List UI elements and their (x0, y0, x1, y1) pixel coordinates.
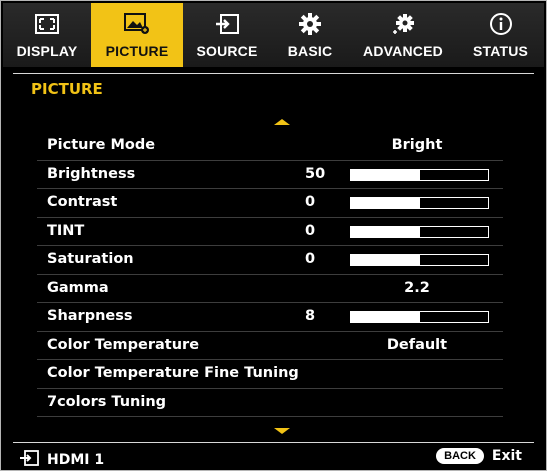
row-gamma[interactable]: Gamma 2.2 (37, 275, 503, 303)
row-label: Gamma (47, 279, 109, 296)
source-label: HDMI 1 (47, 452, 105, 468)
tab-status[interactable]: STATUS (457, 3, 544, 67)
exit-hint[interactable]: BACK Exit (436, 448, 522, 464)
row-contrast[interactable]: Contrast 0 (37, 189, 503, 218)
scroll-up-arrow-icon[interactable] (274, 119, 290, 125)
tab-basic[interactable]: BASIC (271, 3, 349, 67)
scroll-down-arrow-icon[interactable] (274, 428, 290, 434)
osd-menu: DISPLAY PICTURE SOURCE BASIC ADVANCED ST… (0, 0, 547, 471)
row-label: Picture Mode (47, 137, 156, 153)
slider-fill (351, 226, 420, 237)
source-input-icon (19, 450, 39, 470)
row-label: Brightness (47, 165, 136, 182)
row-value: Default (386, 336, 448, 353)
saturation-slider[interactable] (350, 254, 489, 266)
tab-bar: DISPLAY PICTURE SOURCE BASIC ADVANCED ST… (3, 3, 544, 67)
row-label: Color Temperature (47, 336, 200, 353)
sharpness-slider[interactable] (350, 311, 489, 323)
exit-label: Exit (491, 448, 522, 464)
row-sharpness[interactable]: Sharpness 8 (37, 303, 503, 332)
tab-label: BASIC (287, 43, 333, 59)
tab-advanced[interactable]: ADVANCED (349, 3, 457, 67)
divider (13, 442, 534, 443)
row-value: 0 (305, 222, 316, 239)
tab-label: PICTURE (105, 43, 169, 59)
tab-label: ADVANCED (363, 43, 443, 59)
row-saturation[interactable]: Saturation 0 (37, 246, 503, 275)
row-label: Sharpness (47, 308, 133, 324)
settings-list: Picture Mode Bright Brightness 50 Contra… (37, 132, 503, 417)
row-value: 8 (305, 308, 316, 324)
row-brightness[interactable]: Brightness 50 (37, 161, 503, 189)
row-value: 0 (305, 251, 316, 267)
row-tint[interactable]: TINT 0 (37, 218, 503, 246)
row-label: TINT (47, 222, 85, 239)
tab-display[interactable]: DISPLAY (3, 3, 91, 67)
tab-picture[interactable]: PICTURE (91, 3, 183, 67)
row-label: Saturation (47, 251, 134, 267)
tab-label: SOURCE (196, 43, 258, 59)
row-label: 7colors Tuning (47, 393, 167, 410)
row-value: Bright (391, 137, 443, 153)
current-source: HDMI 1 (19, 450, 104, 470)
advanced-gear-icon (390, 11, 416, 37)
tab-source[interactable]: SOURCE (183, 3, 271, 67)
slider-fill (351, 255, 420, 265)
row-label: Contrast (47, 194, 118, 210)
tint-slider[interactable] (350, 225, 489, 238)
row-color-temperature-fine-tuning[interactable]: Color Temperature Fine Tuning (37, 360, 503, 389)
brightness-slider[interactable] (350, 168, 489, 181)
section-title: PICTURE (31, 80, 103, 98)
row-7colors-tuning[interactable]: 7colors Tuning (37, 389, 503, 417)
source-icon (215, 11, 239, 37)
tab-label: STATUS (472, 43, 529, 59)
back-button-icon[interactable]: BACK (436, 448, 484, 464)
row-picture-mode[interactable]: Picture Mode Bright (37, 132, 503, 161)
row-value: 0 (305, 194, 316, 210)
tab-label: DISPLAY (16, 43, 78, 59)
row-label: Color Temperature Fine Tuning (47, 365, 299, 381)
display-icon (35, 11, 59, 37)
divider (13, 73, 534, 74)
info-icon (489, 11, 513, 37)
gear-icon (298, 11, 322, 37)
slider-fill (351, 198, 420, 208)
slider-fill (351, 169, 420, 180)
slider-fill (351, 312, 420, 322)
row-color-temperature[interactable]: Color Temperature Default (37, 332, 503, 360)
contrast-slider[interactable] (350, 197, 489, 209)
row-value: 50 (305, 165, 326, 182)
picture-icon (124, 11, 150, 37)
row-value: 2.2 (404, 279, 430, 296)
